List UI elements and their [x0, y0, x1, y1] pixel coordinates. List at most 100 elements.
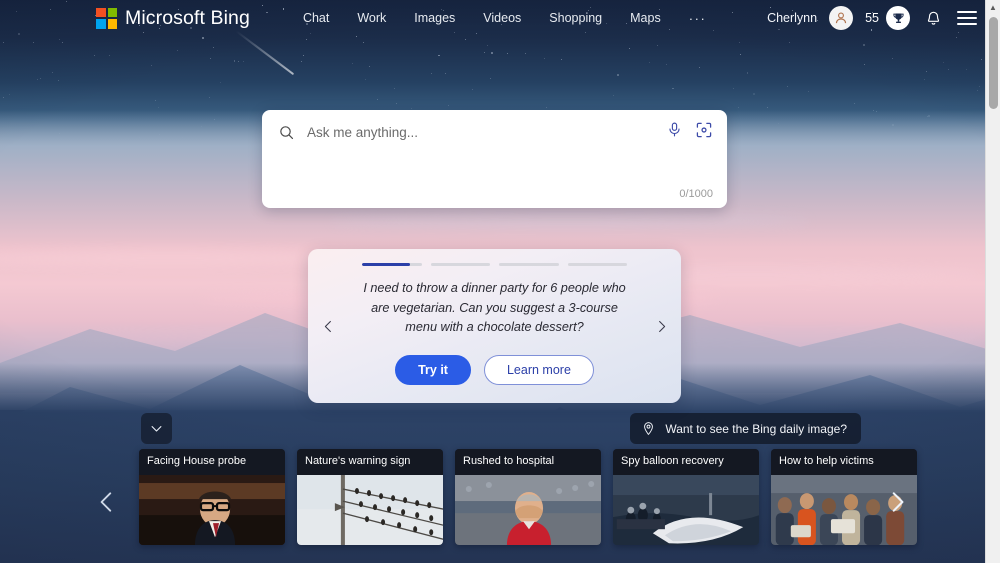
star: [739, 53, 741, 55]
star: [965, 68, 967, 70]
news-card[interactable]: Nature's warning sign: [297, 449, 443, 545]
star: [787, 85, 789, 87]
carousel-prev-button[interactable]: [90, 485, 124, 519]
star: [396, 103, 398, 105]
suggestion-body: I need to throw a dinner party for 6 peo…: [348, 267, 641, 386]
star: [8, 93, 11, 96]
try-it-button[interactable]: Try it: [395, 355, 471, 386]
star: [93, 55, 95, 57]
carousel-next-button[interactable]: [880, 485, 914, 519]
star: [369, 65, 371, 67]
search-input[interactable]: [307, 124, 666, 140]
star: [447, 104, 449, 106]
news-card[interactable]: Spy balloon recovery: [613, 449, 759, 545]
brand-name: Microsoft Bing: [125, 6, 250, 29]
main-nav: Chat Work Images Videos Shopping Maps ··…: [303, 11, 707, 26]
learn-more-button[interactable]: Learn more: [483, 355, 594, 386]
chevron-right-icon: [892, 491, 904, 512]
star: [471, 88, 473, 90]
suggestion-prev-button[interactable]: [308, 319, 348, 334]
user-name: Cherlynn: [767, 11, 818, 25]
microsoft-logo-icon: [96, 7, 117, 29]
star: [613, 95, 615, 97]
daily-image-label: Want to see the Bing daily image?: [665, 421, 847, 436]
star: [36, 78, 38, 80]
chevron-right-icon: [658, 320, 665, 332]
daily-image-prompt[interactable]: Want to see the Bing daily image?: [630, 413, 861, 444]
star: [237, 60, 239, 62]
visual-search-button[interactable]: [695, 121, 713, 144]
star: [739, 41, 741, 43]
star: [746, 71, 749, 74]
star: [176, 49, 178, 51]
brand-logo[interactable]: Microsoft Bing: [96, 7, 250, 30]
star: [305, 38, 307, 40]
collapse-feed-button[interactable]: [141, 413, 172, 444]
suggestion-next-button[interactable]: [641, 319, 681, 334]
search-tools: [666, 121, 713, 144]
news-card-thumbnail: [613, 474, 759, 545]
browser-scrollbar[interactable]: ▲: [985, 0, 1000, 563]
star: [444, 73, 446, 75]
notifications-button[interactable]: [922, 7, 944, 29]
star: [155, 100, 157, 102]
star: [202, 36, 204, 39]
shooting-star-icon: [235, 30, 295, 76]
star: [506, 52, 508, 54]
bing-homepage: Microsoft Bing Chat Work Images Videos S…: [0, 0, 1000, 563]
chevron-down-icon: [151, 426, 162, 432]
nav-videos[interactable]: Videos: [483, 11, 521, 25]
star: [32, 41, 34, 43]
star: [980, 58, 982, 60]
star: [40, 78, 42, 80]
progress-segment[interactable]: [567, 263, 627, 266]
news-card[interactable]: Rushed to hospital: [455, 449, 601, 545]
news-card-title: Rushed to hospital: [455, 449, 601, 475]
star: [808, 90, 810, 92]
avatar[interactable]: [829, 6, 854, 30]
star: [213, 46, 214, 48]
main-menu-button[interactable]: [956, 7, 978, 29]
cloud: [330, 215, 810, 227]
star: [543, 57, 545, 59]
rewards-indicator[interactable]: 55: [865, 6, 910, 30]
star: [209, 57, 211, 59]
progress-segment[interactable]: [499, 263, 559, 266]
scrollbar-up-arrow[interactable]: ▲: [986, 0, 1000, 15]
nav-shopping[interactable]: Shopping: [549, 11, 602, 25]
star: [157, 106, 159, 108]
star: [303, 55, 305, 57]
trophy-badge: [886, 6, 910, 30]
star: [854, 102, 856, 104]
nav-overflow-menu-icon[interactable]: ···: [689, 11, 707, 26]
scrollbar-thumb[interactable]: [989, 17, 998, 109]
person-icon: [835, 12, 847, 24]
voice-search-button[interactable]: [666, 121, 683, 143]
progress-segment[interactable]: [430, 263, 490, 266]
star: [364, 78, 366, 80]
search-box[interactable]: 0/1000: [262, 110, 727, 208]
nav-maps[interactable]: Maps: [630, 11, 661, 25]
star: [109, 55, 111, 57]
star: [363, 42, 365, 44]
star: [977, 89, 979, 91]
star: [942, 62, 944, 64]
nav-work[interactable]: Work: [357, 11, 386, 25]
microphone-icon: [669, 122, 680, 137]
visual-search-icon: [696, 122, 712, 137]
star: [438, 54, 440, 57]
star: [525, 53, 527, 55]
star: [208, 96, 210, 98]
progress-segment[interactable]: [362, 263, 422, 266]
star: [978, 86, 980, 88]
star: [58, 79, 60, 81]
nav-chat[interactable]: Chat: [303, 11, 329, 25]
header-right-cluster: Cherlynn 55: [767, 6, 978, 30]
star: [948, 68, 950, 70]
star: [628, 48, 630, 50]
nav-images[interactable]: Images: [414, 11, 455, 25]
news-card[interactable]: Facing House probe: [139, 449, 285, 545]
star: [892, 58, 894, 60]
star: [52, 72, 54, 74]
star: [956, 37, 958, 39]
